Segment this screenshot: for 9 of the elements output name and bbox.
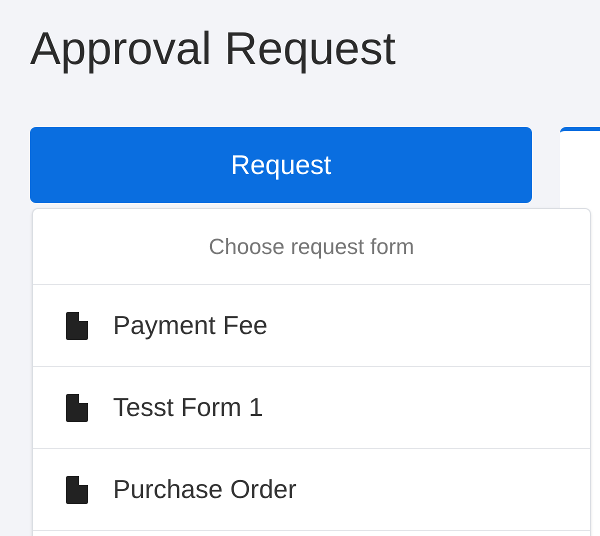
file-icon xyxy=(66,394,88,422)
menu-item[interactable]: Payment Fee xyxy=(33,285,590,367)
menu-item[interactable]: Purchase Order xyxy=(33,449,590,531)
dropdown-header: Choose request form xyxy=(208,233,414,261)
file-icon xyxy=(66,476,88,504)
menu-item[interactable]: Tesst Form 1 xyxy=(33,367,590,449)
page-title: Approval Request xyxy=(30,21,396,76)
file-icon xyxy=(66,312,88,340)
request-button[interactable]: Request xyxy=(30,127,532,203)
